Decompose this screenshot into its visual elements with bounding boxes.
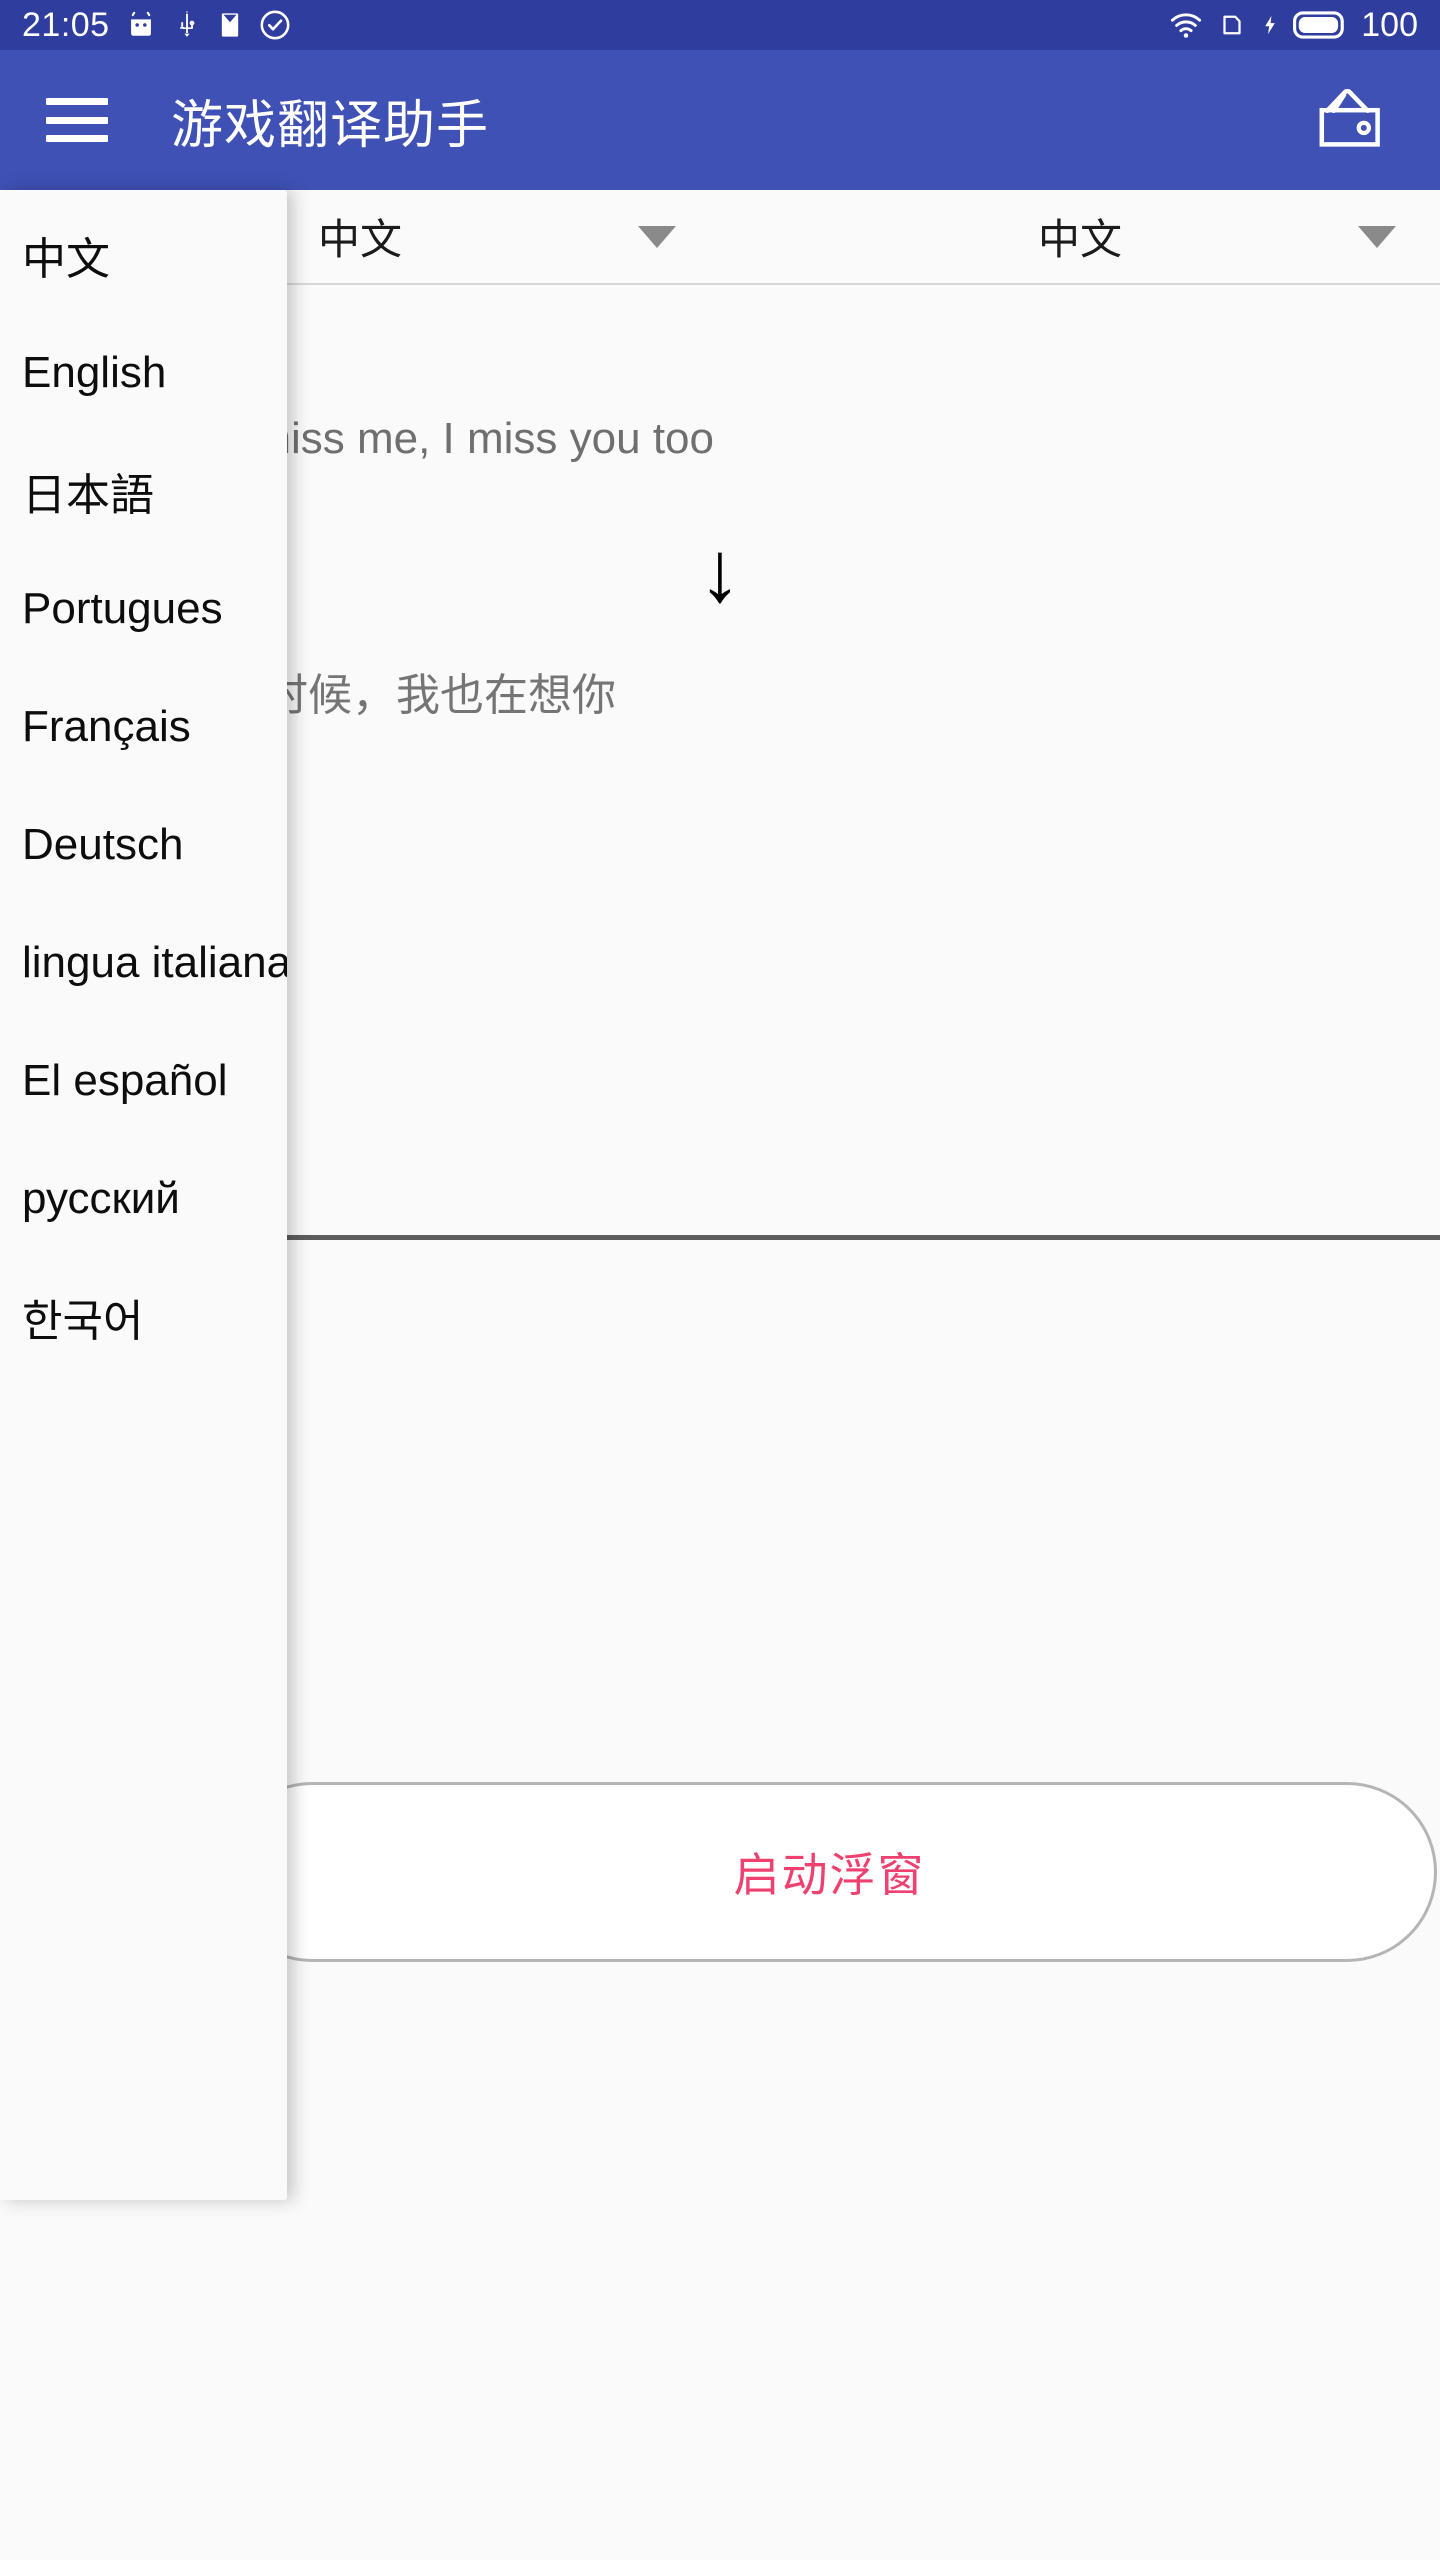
hamburger-bar [46,135,108,142]
drawer-item-ja[interactable]: 日本語 [0,432,287,550]
sim-card-icon [1217,8,1247,42]
drawer-item-label: El español [22,1056,228,1105]
status-bar-left: 21:05 [22,8,292,42]
source-language-label: 中文 [317,216,402,263]
battery-icon [1293,8,1347,42]
hamburger-menu-icon[interactable] [46,98,108,142]
drawer-item-ko[interactable]: 한국어 [0,1258,287,1376]
app-bar: 游戏翻译助手 [0,50,1440,190]
start-floating-window-button[interactable]: 启动浮窗 [222,1782,1437,1962]
drawer-item-label: Portugues [22,584,223,633]
drawer-item-label: Français [22,702,191,751]
drawer-item-pt[interactable]: Portugues [0,550,287,668]
battery-percent-label: 100 [1361,6,1418,44]
status-bar-right: 100 [1167,8,1418,42]
start-floating-window-label: 启动浮窗 [733,1849,926,1901]
usb-icon [172,8,202,42]
chevron-down-icon [1358,225,1396,248]
app-screen: 21:05 100 游戏翻译助手 中文 中文 When you miss me,… [0,0,1440,2560]
drawer-item-ru[interactable]: русский [0,1140,287,1258]
hamburger-bar [46,98,108,105]
drawer-item-label: English [22,348,167,397]
status-bar-clock: 21:05 [22,6,110,44]
drawer-item-label: 日本語 [22,471,154,520]
wifi-icon [1167,8,1205,42]
navigation-drawer: 中文 English 日本語 Portugues Français Deutsc… [0,190,287,2200]
drawer-item-label: Deutsch [22,820,184,869]
status-bar: 21:05 100 [0,0,1440,50]
language-list: 中文 English 日本語 Portugues Français Deutsc… [0,190,287,1376]
drawer-item-label: русский [22,1174,180,1223]
android-robot-icon [124,8,158,42]
check-circle-icon [258,8,292,42]
mail-icon [216,8,244,42]
arrow-down-icon: ↓ [698,524,742,621]
drawer-item-fr[interactable]: Français [0,668,287,786]
drawer-item-es[interactable]: El español [0,1022,287,1140]
target-language-label: 中文 [1037,216,1122,263]
hamburger-bar [46,116,108,124]
page-title: 游戏翻译助手 [171,96,490,155]
charging-bolt-icon [1259,8,1281,42]
chevron-down-icon [638,225,676,248]
target-language-spinner[interactable]: 中文 [720,189,1440,284]
drawer-item-zh[interactable]: 中文 [0,196,287,314]
drawer-item-it[interactable]: lingua italiana [0,904,287,1022]
drawer-item-label: lingua italiana [22,938,287,987]
wallet-icon[interactable] [1308,76,1392,165]
drawer-item-en[interactable]: English [0,314,287,432]
drawer-item-label: 中文 [22,235,110,284]
drawer-item-de[interactable]: Deutsch [0,786,287,904]
drawer-item-label: 한국어 [22,1297,144,1346]
